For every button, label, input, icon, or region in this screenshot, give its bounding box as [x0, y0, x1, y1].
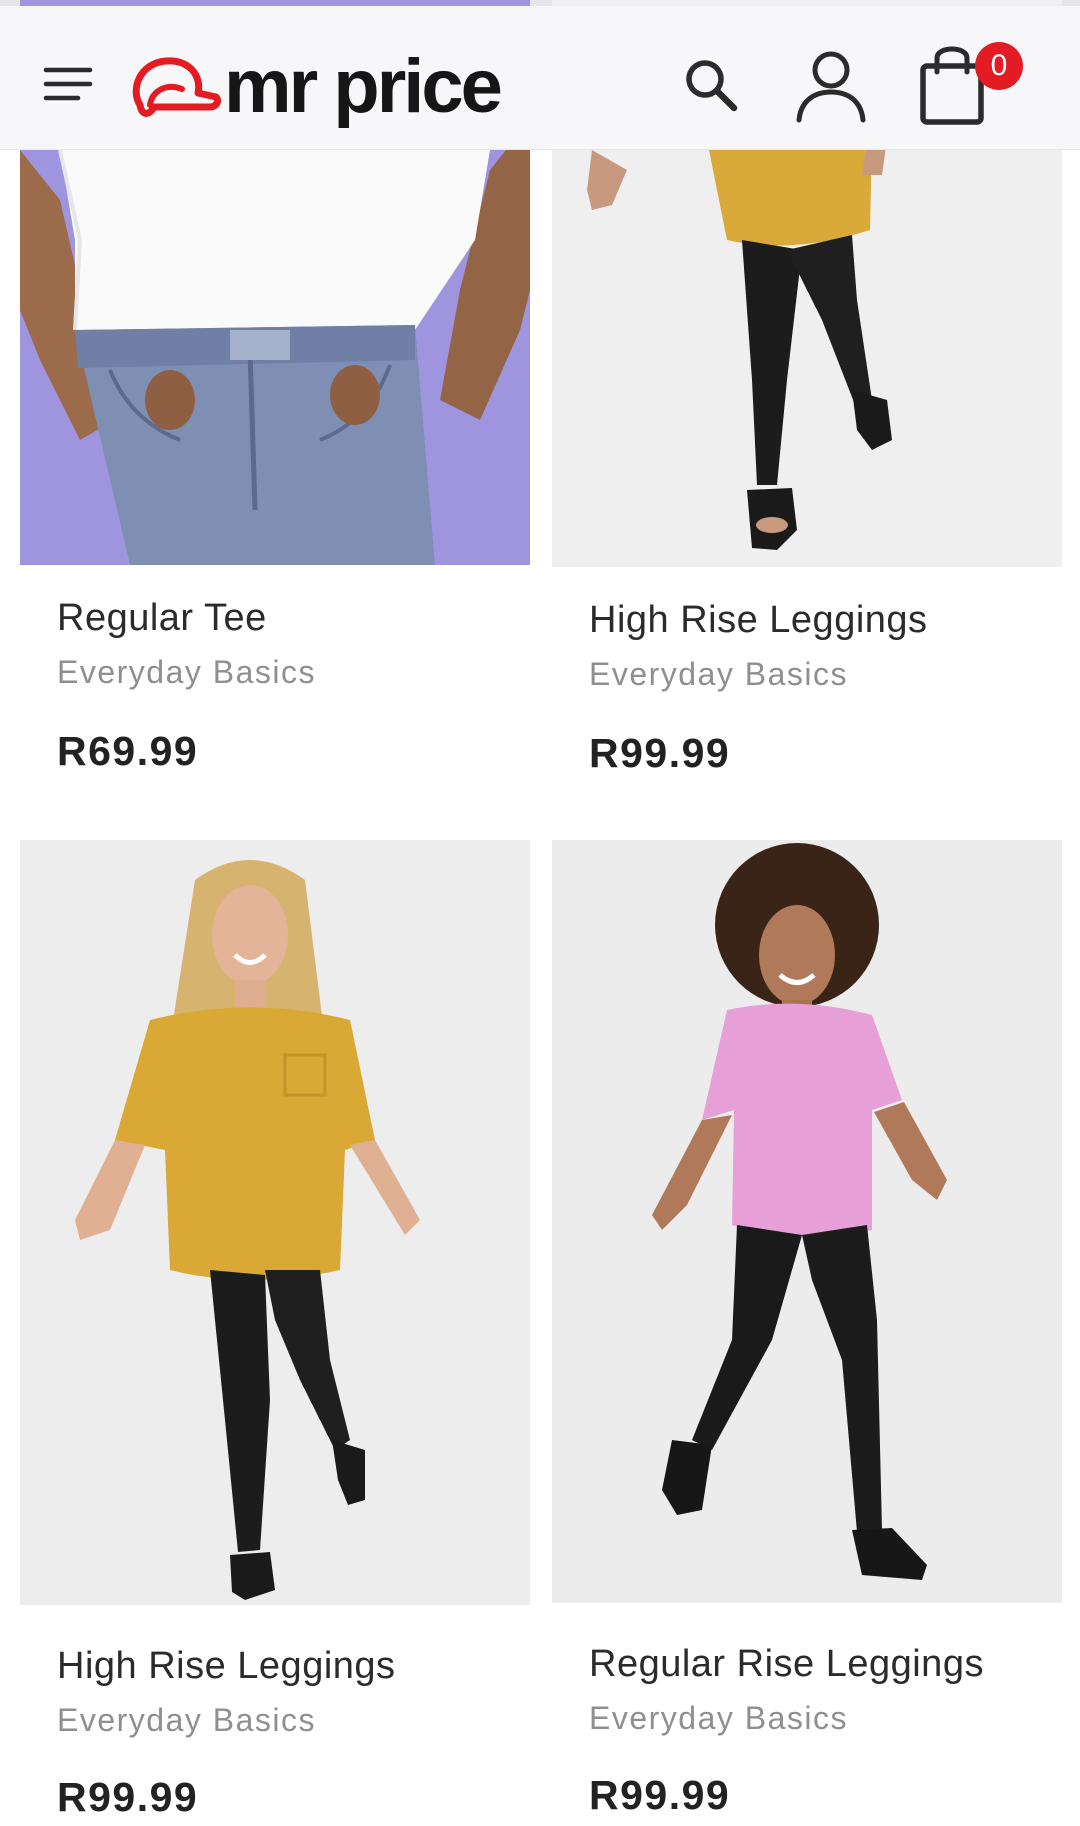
product-price: R69.99 [57, 728, 199, 774]
product-brand: Everyday Basics [589, 656, 849, 692]
product-name[interactable]: High Rise Leggings [57, 1645, 396, 1688]
site-header: mr price 0 [0, 6, 1080, 150]
product-card[interactable]: High Rise Leggings Everyday Basics R99.9… [20, 840, 530, 1826]
user-icon[interactable] [793, 48, 869, 124]
cap-logo-icon [132, 57, 222, 117]
product-brand: Everyday Basics [57, 654, 317, 690]
product-price: R99.99 [57, 1774, 199, 1820]
product-price: R99.99 [589, 1772, 731, 1818]
product-name[interactable]: Regular Tee [57, 597, 267, 640]
product-brand: Everyday Basics [589, 1700, 849, 1736]
brand-logo[interactable]: mr price [126, 42, 503, 132]
cart-count-badge: 0 [975, 42, 1023, 90]
product-name[interactable]: Regular Rise Leggings [589, 1643, 984, 1686]
search-icon[interactable] [680, 54, 742, 116]
product-image[interactable] [552, 840, 1062, 1603]
shopping-bag-button[interactable]: 0 [915, 38, 1027, 128]
hamburger-menu-icon[interactable] [40, 56, 96, 112]
product-brand: Everyday Basics [57, 1702, 317, 1738]
brand-name: mr price [224, 44, 503, 129]
product-card[interactable]: Regular Rise Leggings Everyday Basics R9… [552, 840, 1062, 1826]
product-name[interactable]: High Rise Leggings [589, 599, 928, 642]
product-image[interactable] [20, 840, 530, 1605]
product-listing-page: Regular Tee Everyday Basics R69.99 High … [0, 0, 1080, 1826]
product-price: R99.99 [589, 730, 731, 776]
